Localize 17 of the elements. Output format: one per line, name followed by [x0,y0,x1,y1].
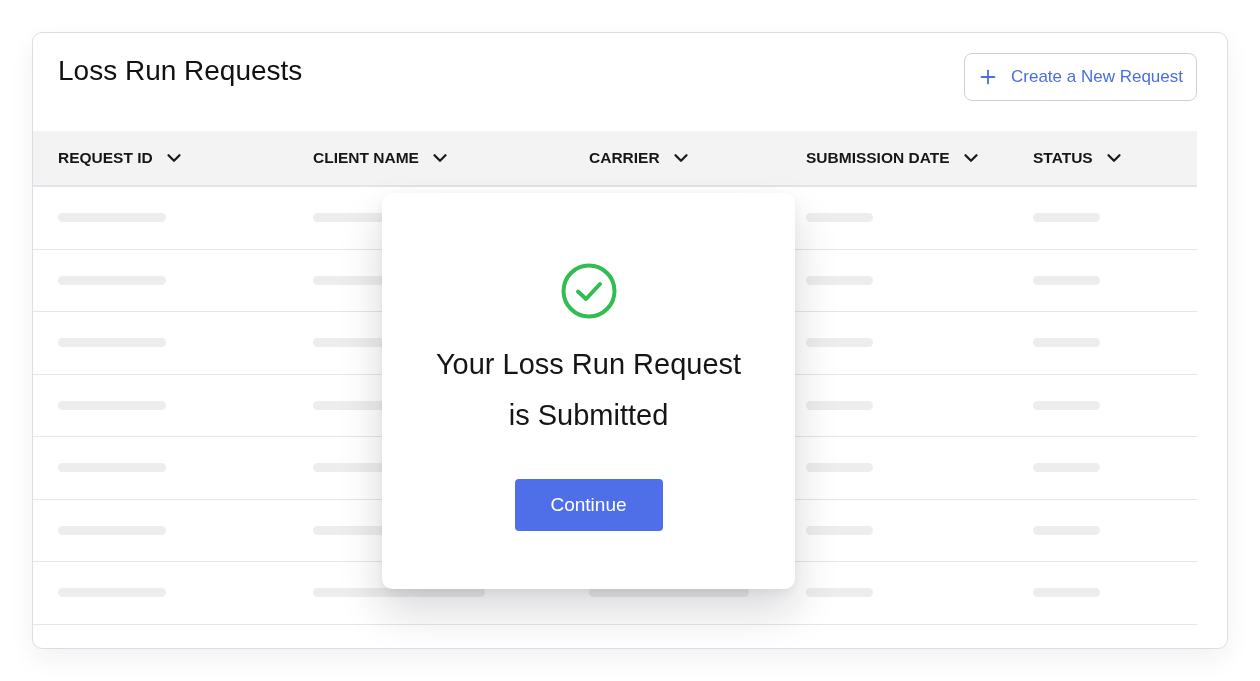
dialog-message: Your Loss Run Request is Submitted [434,347,743,433]
skeleton-bar [806,525,873,535]
skeleton-bar [806,400,873,410]
check-circle-icon [560,263,617,319]
column-header[interactable]: REQUEST ID [58,149,153,167]
column-header[interactable]: CLIENT NAME [313,149,419,167]
create-request-button[interactable]: Create a New Request [964,53,1197,101]
column-header[interactable]: SUBMISSION DATE [806,149,950,167]
continue-button[interactable]: Continue [514,479,663,531]
skeleton-bar [806,275,873,285]
column-header[interactable]: STATUS [1033,149,1093,167]
skeleton-bar [806,588,873,598]
skeleton-bar [806,338,873,348]
column-header[interactable]: CARRIER [589,149,660,167]
skeleton-bar [806,463,873,473]
page-title: Loss Run Requests [58,54,303,88]
skeleton-bar [806,213,873,223]
